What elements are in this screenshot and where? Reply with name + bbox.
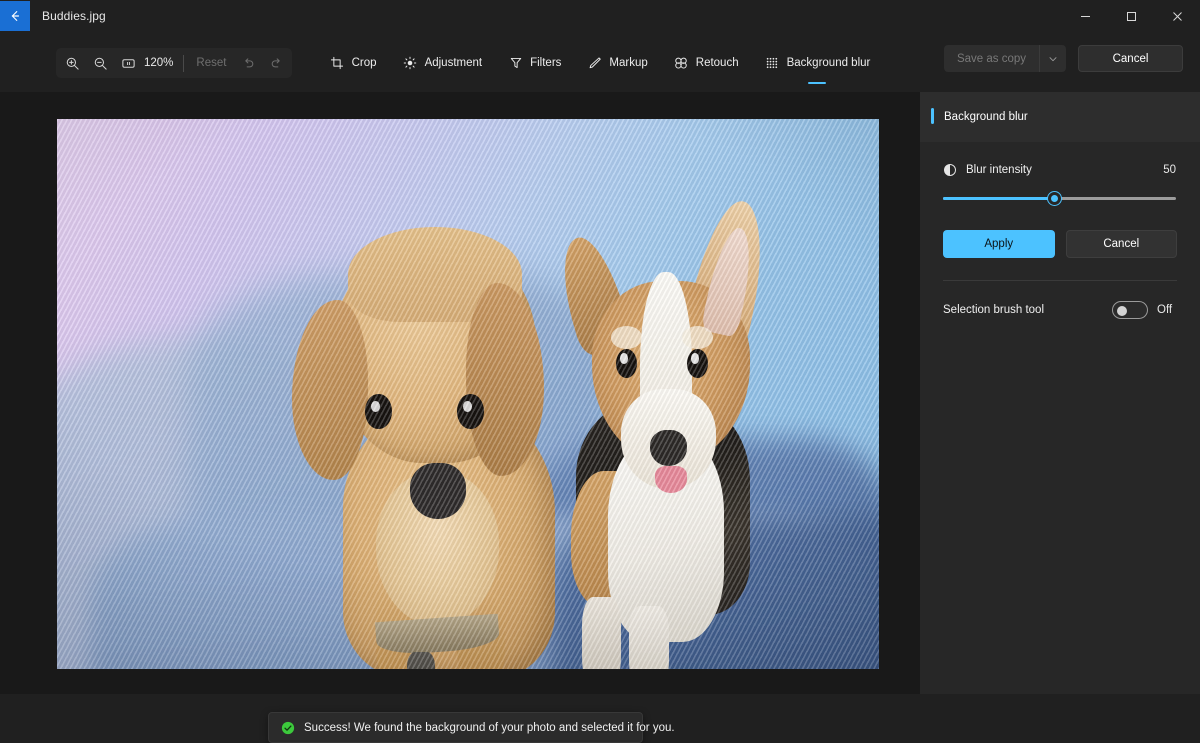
menu-item-label: Crop [351, 57, 377, 69]
save-as-copy-button[interactable]: Save as copy [943, 45, 1040, 72]
success-check-icon [281, 721, 295, 735]
panel-body: Blur intensity 50 Apply Cancel Selection… [920, 142, 1200, 321]
menu-item-filters[interactable]: Filters [497, 48, 572, 78]
cancel-button-top[interactable]: Cancel [1078, 45, 1183, 72]
window-controls [1062, 0, 1200, 32]
corgi-brow-right [681, 326, 714, 349]
menu-item-label: Retouch [695, 57, 739, 69]
save-as-copy-split-button[interactable]: Save as copy [943, 45, 1066, 72]
background-blur-panel: Background blur Blur intensity 50 Apply … [920, 92, 1200, 694]
dog-goldendoodle [292, 227, 583, 669]
crop-icon [330, 56, 345, 71]
chevron-down-icon [1049, 56, 1057, 61]
corgi-tongue [655, 466, 687, 494]
toolbar-separator [183, 54, 185, 72]
corgi-leg-back [581, 596, 622, 669]
menu-item-adjustment[interactable]: Adjustment [392, 48, 494, 78]
photo-canvas[interactable] [57, 119, 879, 669]
brightness-icon [403, 56, 418, 71]
slider-fill [943, 197, 1055, 200]
menu-item-retouch[interactable]: Retouch [663, 48, 750, 78]
back-button[interactable] [0, 1, 30, 31]
command-bar: 120% Reset Crop Adjustment Filters Marku… [0, 32, 1200, 92]
zoom-in-icon [66, 57, 79, 70]
zoom-in-button[interactable] [58, 50, 86, 76]
fit-to-window-icon [121, 58, 135, 68]
blur-intensity-label: Blur intensity [966, 164, 1032, 176]
filter-funnel-icon [508, 56, 523, 71]
menu-item-label: Adjustment [424, 57, 483, 69]
selection-brush-toggle[interactable] [1112, 301, 1148, 319]
corgi-eye-right [686, 348, 708, 379]
zoom-out-icon [94, 57, 107, 70]
toggle-knob [1116, 305, 1127, 316]
doodle-eye-right [457, 394, 484, 429]
menu-item-label: Markup [609, 57, 648, 69]
corgi-brow-left [610, 326, 643, 349]
corgi-nose [650, 429, 687, 467]
back-arrow-icon [11, 11, 20, 21]
selection-brush-label: Selection brush tool [943, 304, 1045, 316]
maximize-icon [1126, 11, 1136, 21]
minimize-icon [1080, 15, 1090, 17]
menu-item-background-blur[interactable]: Background blur [754, 48, 882, 84]
minimize-button[interactable] [1062, 0, 1108, 32]
redo-icon [271, 57, 280, 67]
doodle-nose [409, 463, 466, 519]
doodle-eye-left [365, 394, 392, 429]
menu-item-label: Filters [530, 57, 562, 69]
corgi-eye-left [615, 348, 637, 379]
close-button[interactable] [1154, 0, 1200, 32]
panel-header: Background blur [920, 92, 1200, 142]
active-tab-indicator [808, 81, 827, 84]
background-blur-icon [765, 56, 780, 71]
canvas-area[interactable]: Success! We found the background of your… [0, 92, 920, 743]
zoom-toolbar: 120% Reset [56, 48, 293, 78]
corgi-leg-front [629, 605, 669, 669]
file-title: Buddies.jpg [42, 9, 106, 23]
selection-brush-row: Selection brush tool Off [943, 299, 1177, 321]
doodle-ear-left [292, 300, 368, 481]
doodle-collar-tag [406, 651, 435, 669]
zoom-level-label[interactable]: 120% [142, 57, 179, 69]
panel-cancel-button[interactable]: Cancel [1065, 230, 1177, 258]
slider-thumb[interactable] [1048, 192, 1062, 205]
redo-button[interactable] [262, 50, 290, 76]
contrast-icon [943, 163, 957, 177]
dog-corgi [550, 195, 813, 669]
blur-intensity-slider[interactable] [943, 190, 1176, 208]
menu-item-markup[interactable]: Markup [576, 48, 658, 78]
apply-button[interactable]: Apply [943, 230, 1055, 258]
selection-brush-state: Off [1157, 304, 1173, 316]
fit-to-window-button[interactable] [114, 50, 142, 76]
title-bar: Buddies.jpg [0, 0, 1200, 32]
blur-intensity-row: Blur intensity 50 [920, 156, 1200, 184]
doodle-ear-right [465, 282, 544, 476]
blur-intensity-value: 50 [1163, 164, 1176, 176]
undo-button[interactable] [234, 50, 262, 76]
menu-item-crop[interactable]: Crop [319, 48, 388, 78]
toast-message: Success! We found the background of your… [304, 721, 675, 734]
zoom-out-button[interactable] [86, 50, 114, 76]
panel-title: Background blur [944, 111, 1028, 123]
undo-icon [245, 57, 254, 67]
close-icon [1172, 11, 1182, 21]
reset-button[interactable]: Reset [188, 57, 234, 69]
panel-divider [943, 280, 1177, 281]
retouch-spot-icon [674, 56, 689, 71]
maximize-button[interactable] [1108, 0, 1154, 32]
pen-icon [587, 56, 602, 71]
success-toast: Success! We found the background of your… [268, 712, 675, 743]
save-options-dropdown-button[interactable] [1040, 45, 1066, 72]
panel-action-buttons: Apply Cancel [943, 230, 1177, 258]
top-actions: Save as copy Cancel [943, 45, 1183, 72]
menu-item-label: Background blur [786, 57, 871, 69]
panel-accent-bar [931, 108, 934, 124]
